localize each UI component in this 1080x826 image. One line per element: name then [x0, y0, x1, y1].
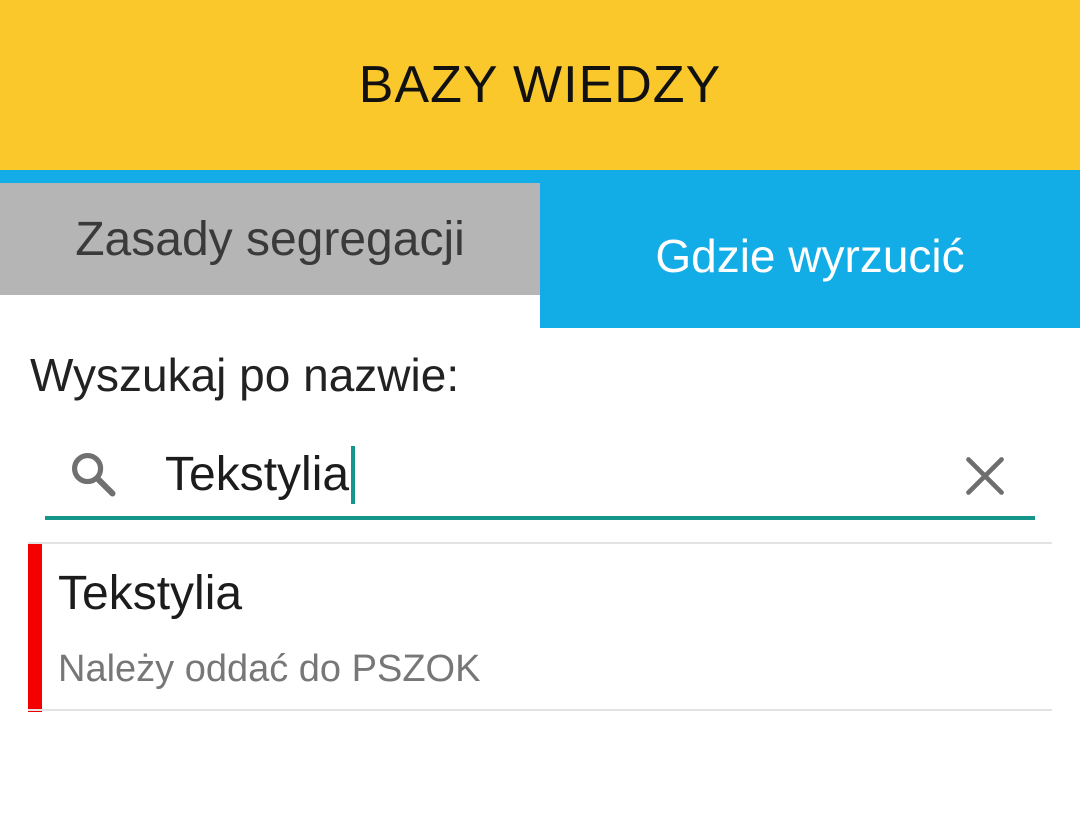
- search-icon: [71, 452, 116, 497]
- tab-label: Zasady segregacji: [75, 212, 465, 266]
- text-caret: [351, 446, 356, 504]
- search-input-value: Tekstylia: [165, 448, 350, 501]
- result-title: Tekstylia: [58, 567, 243, 620]
- result-subtitle: Należy oddać do PSZOK: [58, 648, 481, 690]
- category-marker: [28, 544, 42, 712]
- search-input[interactable]: Tekstylia: [165, 446, 356, 504]
- list-item[interactable]: Tekstylia Należy oddać do PSZOK: [28, 544, 1052, 712]
- header-accent-strip: [0, 170, 1080, 183]
- search-label: Wyszukaj po nazwie:: [30, 349, 460, 401]
- close-icon[interactable]: [963, 454, 1007, 498]
- tab-gdzie-wyrzucic[interactable]: Gdzie wyrzucić: [540, 183, 1080, 328]
- search-field[interactable]: Tekstylia: [45, 430, 1035, 520]
- page-title: BAZY WIEDZY: [358, 56, 722, 114]
- app-header: BAZY WIEDZY: [0, 0, 1080, 170]
- tab-zasady-segregacji[interactable]: Zasady segregacji: [0, 183, 540, 295]
- tab-label: Gdzie wyrzucić: [655, 229, 965, 282]
- list-divider: [28, 709, 1052, 711]
